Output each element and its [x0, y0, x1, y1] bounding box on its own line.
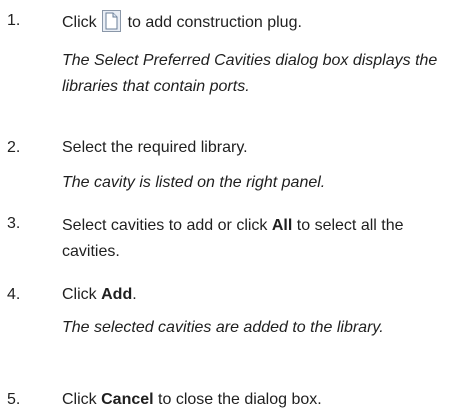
step-note: The Select Preferred Cavities dialog box…	[62, 52, 438, 95]
step-instruction: Select cavities to add or click All to s…	[62, 213, 454, 265]
step-number: 4.	[7, 286, 21, 303]
step-instruction: Select the required library.	[62, 139, 248, 156]
step-number: 5.	[7, 391, 21, 408]
step-text-post: .	[132, 286, 137, 303]
step-text-pre: Click	[62, 286, 97, 303]
step-instruction: Click Cancel to close the dialog box.	[62, 389, 454, 411]
new-document-icon[interactable]	[102, 10, 122, 32]
all-label: All	[271, 217, 293, 234]
add-label: Add	[101, 286, 133, 303]
step-text-pre: Click	[62, 14, 97, 31]
step-note: The cavity is listed on the right panel.	[62, 174, 326, 191]
step-instruction: Click Add.	[62, 284, 454, 306]
step-text-post: to close the dialog box.	[158, 391, 322, 408]
step-note: The selected cavities are added to the l…	[62, 319, 384, 336]
step-text-pre: Select cavities to add or click	[62, 217, 268, 234]
cancel-label: Cancel	[101, 391, 154, 408]
step-number: 2.	[7, 139, 21, 156]
step-instruction: Click to add construction plug.	[62, 10, 454, 34]
step-text-post: to add construction plug.	[127, 14, 302, 31]
step-number: 1.	[7, 12, 21, 29]
step-number: 3.	[7, 215, 21, 232]
step-text-pre: Click	[62, 391, 97, 408]
